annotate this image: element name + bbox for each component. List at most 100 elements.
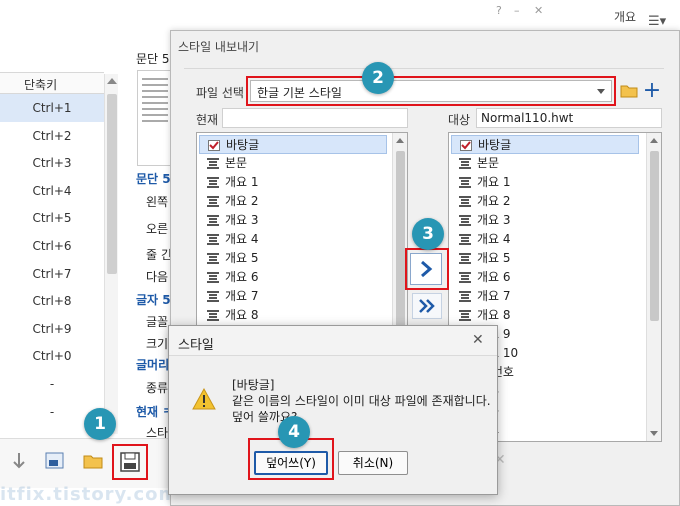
list-menu-icon[interactable]: ☰▾ [648, 14, 666, 29]
shortcut-row[interactable]: Ctrl+6 [0, 232, 104, 260]
checked-style-icon [460, 140, 472, 151]
style-list-item-label: 바탕글 [226, 138, 260, 152]
target-label: 대상 [448, 113, 471, 127]
paragraph-style-icon [207, 253, 219, 264]
style-list-item-label: 본문 [477, 156, 500, 170]
paragraph-style-icon [459, 272, 471, 283]
open-folder-icon[interactable] [82, 450, 104, 472]
paragraph-style-icon [207, 234, 219, 245]
shortcut-row[interactable]: Ctrl+7 [0, 260, 104, 288]
paragraph-style-icon [459, 158, 471, 169]
paragraph-style-icon [207, 310, 219, 321]
style-list-item[interactable]: 개요 8 [451, 306, 639, 325]
style-list-item-label: 개요 2 [225, 194, 259, 208]
current-file-field [222, 108, 408, 128]
style-property-label: 줄 긴 [146, 248, 172, 262]
style-list-item[interactable]: 개요 3 [451, 211, 639, 230]
shortcut-row[interactable]: Ctrl+2 [0, 122, 104, 150]
style-list-item[interactable]: 개요 4 [451, 230, 639, 249]
style-list-item-label: 개요 8 [477, 308, 511, 322]
shortcut-row[interactable]: Ctrl+9 [0, 315, 104, 343]
down-arrow-icon[interactable] [8, 450, 30, 472]
style-list-item[interactable]: 본문 [199, 154, 387, 173]
shortcut-row[interactable]: Ctrl+4 [0, 177, 104, 205]
confirm-message: 같은 이름의 스타일이 이미 대상 파일에 존재합니다. [232, 394, 491, 408]
confirm-title: 스타일 [178, 338, 214, 353]
style-list-item[interactable]: 개요 2 [199, 192, 387, 211]
style-list-item-label: 개요 1 [225, 175, 259, 189]
title-divider [184, 68, 664, 69]
close-icon[interactable]: ✕ [534, 4, 543, 17]
move-all-button[interactable] [412, 293, 442, 319]
style-list-item[interactable]: 개요 1 [451, 173, 639, 192]
double-chevron-right-icon [419, 299, 435, 313]
paragraph-style-icon [207, 177, 219, 188]
style-list-item[interactable]: 개요 7 [451, 287, 639, 306]
import-style-icon[interactable] [44, 450, 66, 472]
style-list-item-label: 개요 6 [225, 270, 259, 284]
style-list-item-label: 개요 1 [477, 175, 511, 189]
move-button-highlight [405, 248, 449, 290]
step-badge-2: 2 [362, 62, 394, 94]
style-property-label: 크기 [146, 337, 169, 351]
style-list-item[interactable]: 개요 5 [199, 249, 387, 268]
shortcut-scrollbar[interactable] [104, 74, 118, 434]
parent-window-controls: ? – ✕ [496, 4, 556, 20]
style-list-item-label: 개요 7 [477, 289, 511, 303]
paragraph-style-icon [459, 234, 471, 245]
paragraph-style-icon [459, 196, 471, 207]
shortcut-row[interactable]: Ctrl+8 [0, 287, 104, 315]
step-badge-1: 1 [84, 408, 116, 440]
style-list-item[interactable]: 개요 6 [451, 268, 639, 287]
style-property-label: 글머리 [136, 358, 170, 372]
paragraph-style-icon [459, 177, 471, 188]
shortcut-row[interactable]: Ctrl+1 [0, 94, 104, 122]
add-file-icon[interactable]: + [642, 80, 662, 102]
cancel-button[interactable]: 취소(N) [338, 451, 408, 475]
style-list-item[interactable]: 바탕글 [199, 135, 387, 154]
paragraph-style-icon [207, 196, 219, 207]
shortcut-row[interactable]: Ctrl+0 [0, 342, 104, 370]
minimize-icon[interactable]: – [514, 4, 520, 17]
style-list-item-label: 개요 5 [477, 251, 511, 265]
checked-style-icon [208, 140, 220, 151]
save-style-icon[interactable] [119, 451, 141, 473]
style-list-item-label: 개요 7 [225, 289, 259, 303]
confirm-style-name: [바탕글] [232, 378, 275, 392]
style-property-label: 오른 [146, 222, 169, 236]
paragraph-style-icon [207, 291, 219, 302]
style-list-item[interactable]: 개요 5 [451, 249, 639, 268]
style-list-item[interactable]: 개요 7 [199, 287, 387, 306]
style-list-item[interactable]: 개요 2 [451, 192, 639, 211]
paragraph-style-icon [459, 310, 471, 321]
style-list-item[interactable]: 개요 3 [199, 211, 387, 230]
open-folder-icon[interactable] [620, 82, 638, 100]
paragraph-style-icon [459, 291, 471, 302]
paragraph-style-icon [207, 215, 219, 226]
paragraph-style-icon [207, 272, 219, 283]
style-property-label: 글자 5 [136, 293, 171, 307]
style-list-item-label: 개요 3 [477, 213, 511, 227]
shortcut-row[interactable]: - [0, 370, 104, 398]
style-list-item[interactable]: 본문 [451, 154, 639, 173]
style-list-item[interactable]: 개요 4 [199, 230, 387, 249]
style-list-item[interactable]: 개요 8 [199, 306, 387, 325]
shortcut-row[interactable]: Ctrl+5 [0, 204, 104, 232]
file-select-label: 파일 선택 [196, 86, 244, 100]
close-icon[interactable]: ✕ [472, 332, 484, 348]
help-icon[interactable]: ? [496, 4, 502, 17]
style-list-item-label: 개요 6 [477, 270, 511, 284]
paragraph-style-icon [459, 253, 471, 264]
style-list-item[interactable]: 바탕글 [451, 135, 639, 154]
style-list-item[interactable]: 개요 1 [199, 173, 387, 192]
paragraph-preview [137, 70, 173, 166]
style-list-item[interactable]: 개요 6 [199, 268, 387, 287]
paragraph-style-icon [207, 158, 219, 169]
step-badge-4: 4 [278, 416, 310, 448]
shortcut-row[interactable]: Ctrl+3 [0, 149, 104, 177]
style-property-label: 다음 [146, 270, 169, 284]
outline-style-label: 개요 [614, 10, 637, 24]
style-list-item-label: 개요 8 [225, 308, 259, 322]
target-list-scrollbar[interactable] [646, 133, 661, 441]
shortcut-header-label: 단축키 [24, 78, 58, 92]
